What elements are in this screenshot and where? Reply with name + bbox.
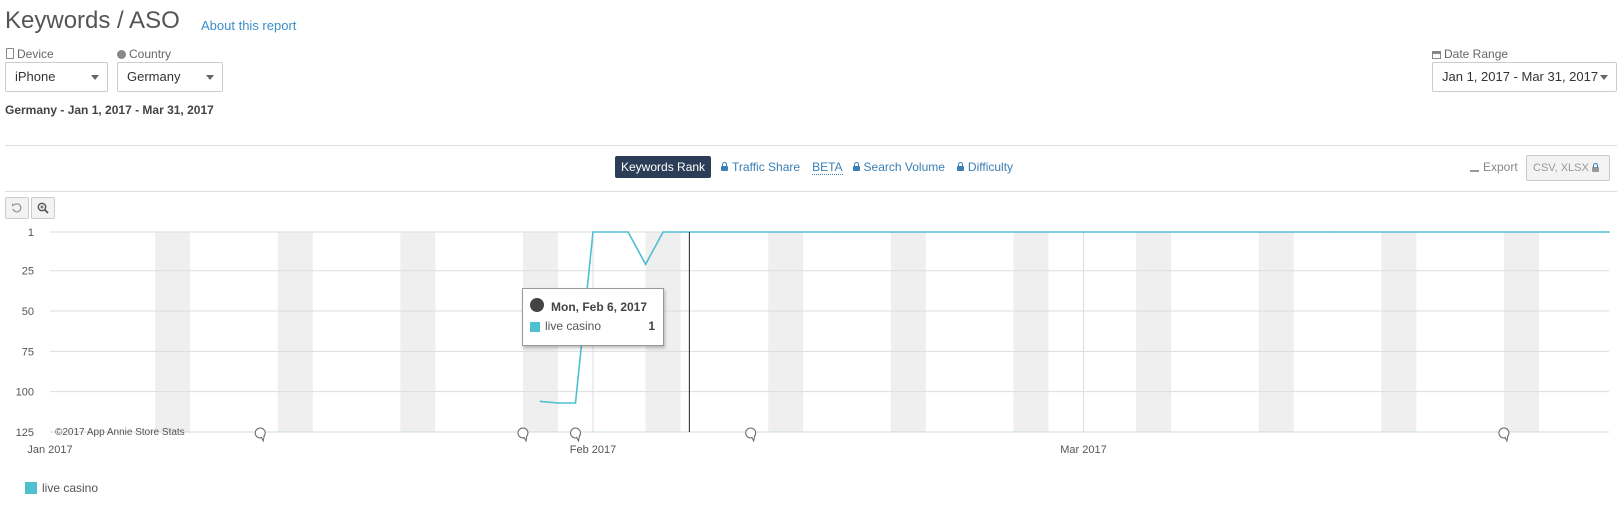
tooltip-series-name: live casino (545, 319, 602, 333)
legend-label: live casino (42, 481, 99, 495)
report-summary: Germany - Jan 1, 2017 - Mar 31, 2017 (5, 103, 214, 117)
y-tick-label: 25 (22, 266, 34, 278)
chart-tooltip: Mon, Feb 6, 2017 live casino 1 (522, 288, 664, 346)
chevron-down-icon (91, 75, 99, 80)
date-range-select[interactable]: Jan 1, 2017 - Mar 31, 2017 (1432, 62, 1617, 92)
beta-badge[interactable]: BETA (812, 160, 843, 175)
series-point (627, 231, 629, 233)
series-point (1082, 231, 1085, 233)
zoom-in-icon (37, 202, 49, 214)
device-label: Device (6, 47, 54, 61)
series-point (592, 231, 594, 233)
country-value: Germany (127, 69, 181, 84)
date-range-label: Date Range (1432, 47, 1508, 61)
metric-tabs: Keywords Rank Traffic Share BETA Search … (615, 156, 1013, 178)
country-select[interactable]: Germany (117, 62, 223, 92)
country-label: Country (117, 47, 171, 61)
calendar-icon (1432, 51, 1441, 59)
download-icon (1470, 163, 1479, 172)
weekend-band (155, 232, 191, 432)
y-tick-label: 50 (22, 306, 34, 318)
series-point (662, 231, 664, 233)
divider (5, 191, 1617, 192)
lock-icon (956, 161, 964, 171)
weekend-band (400, 232, 436, 432)
chevron-down-icon (206, 75, 214, 80)
series-point (644, 263, 647, 266)
lock-icon (721, 161, 729, 171)
divider (5, 145, 1617, 146)
tooltip-date: Mon, Feb 6, 2017 (551, 300, 648, 314)
weekend-band (1013, 232, 1049, 432)
lock-icon (852, 161, 860, 171)
tab-traffic-share[interactable]: Traffic Share (721, 160, 800, 174)
chart-legend-item[interactable]: live casino (25, 481, 98, 495)
weekend-band (890, 232, 926, 432)
series-point (557, 402, 559, 404)
y-tick-label: 100 (16, 387, 34, 399)
date-range-value: Jan 1, 2017 - Mar 31, 2017 (1442, 69, 1599, 84)
page-title: Keywords / ASO (5, 7, 180, 34)
event-marker-icon[interactable] (745, 427, 757, 443)
y-tick-label: 75 (22, 346, 34, 358)
tooltip-value: 1 (648, 319, 655, 333)
x-tick-label: Feb 2017 (570, 444, 616, 456)
phone-icon (6, 48, 14, 59)
weekend-band (1381, 232, 1417, 432)
chevron-down-icon (1600, 75, 1608, 80)
series-point (1327, 231, 1330, 233)
event-marker-icon[interactable] (570, 427, 582, 443)
device-value: iPhone (15, 69, 56, 84)
reset-zoom-button[interactable] (5, 197, 29, 219)
export-csv-xlsx-button[interactable]: CSV, XLSX (1526, 155, 1610, 181)
chart-watermark: ©2017 App Annie Store Stats (55, 427, 185, 438)
legend-swatch (25, 482, 37, 494)
globe-icon (530, 298, 544, 312)
y-tick-label: 125 (16, 427, 34, 439)
series-point (837, 231, 840, 233)
series-point (574, 402, 577, 404)
device-select[interactable]: iPhone (5, 62, 108, 92)
tab-keywords-rank[interactable]: Keywords Rank (615, 156, 712, 178)
globe-icon (117, 50, 126, 59)
series-swatch (530, 322, 540, 332)
series-point (539, 400, 542, 403)
lock-icon (1591, 162, 1599, 172)
reset-zoom-icon (12, 203, 22, 213)
weekend-band (1136, 232, 1172, 432)
series-point (609, 231, 612, 233)
weekend-band (1258, 232, 1294, 432)
series-line-live-casino (540, 231, 1609, 404)
zoom-in-button[interactable] (31, 197, 55, 219)
export-label: Export (1470, 160, 1518, 174)
event-marker-icon[interactable] (1498, 427, 1510, 443)
tab-difficulty[interactable]: Difficulty (956, 160, 1013, 174)
x-tick-label: Mar 2017 (1060, 444, 1106, 456)
weekend-band (277, 232, 313, 432)
weekend-band (768, 232, 804, 432)
series-point (679, 231, 682, 233)
about-report-link[interactable]: About this report (201, 18, 296, 33)
keyword-rank-chart[interactable]: 1255075100125 Jan 2017 Feb 2017 Mar 2017 ©… (0, 222, 1622, 462)
weekend-band (1503, 232, 1539, 432)
y-tick-label: 1 (28, 227, 34, 239)
event-marker-icon[interactable] (517, 427, 529, 443)
tab-search-volume[interactable]: Search Volume (852, 160, 945, 174)
x-tick-label: Jan 2017 (27, 444, 72, 456)
series-point (1608, 231, 1610, 233)
event-marker-icon[interactable] (254, 427, 266, 443)
